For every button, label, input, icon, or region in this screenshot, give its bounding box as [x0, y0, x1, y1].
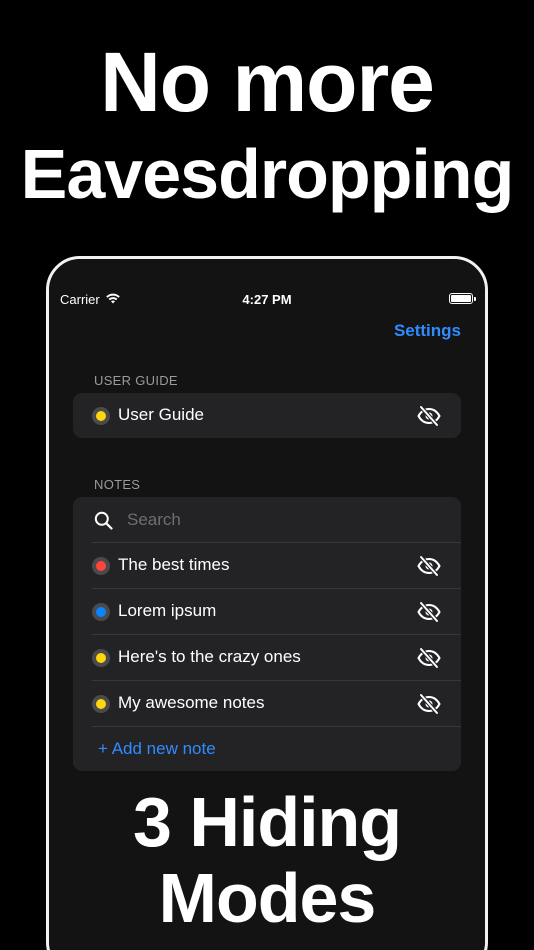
battery-icon	[449, 293, 476, 304]
headline-line-1: No more	[100, 35, 435, 129]
note-list-item[interactable]: Lorem ipsum	[73, 589, 461, 635]
notes-section-header: NOTES	[94, 477, 141, 492]
status-bar: Carrier 4:27 PM	[49, 289, 485, 309]
eye-slash-icon[interactable]	[417, 693, 441, 715]
user-guide-section-header: USER GUIDE	[94, 373, 178, 388]
eye-slash-icon[interactable]	[417, 405, 441, 427]
note-title: The best times	[118, 555, 230, 574]
color-dot-icon	[92, 649, 110, 667]
note-list-item[interactable]: Here's to the crazy ones	[73, 635, 461, 681]
list-item-title: User Guide	[118, 405, 204, 424]
color-dot-icon	[92, 557, 110, 575]
settings-button[interactable]: Settings	[394, 321, 461, 341]
note-title: Lorem ipsum	[118, 601, 217, 620]
eye-slash-icon[interactable]	[417, 555, 441, 577]
add-new-note-button[interactable]: + Add new note	[98, 739, 216, 759]
eye-slash-icon[interactable]	[417, 601, 441, 623]
note-title: Here's to the crazy ones	[118, 647, 301, 666]
color-dot-icon	[92, 407, 110, 425]
user-guide-item[interactable]: User Guide	[73, 393, 461, 439]
user-guide-card: User Guide	[73, 393, 461, 438]
notes-card: The best times Lorem ipsum Here's to the c…	[73, 497, 461, 771]
status-time: 4:27 PM	[242, 292, 292, 307]
note-list-item[interactable]: The best times	[73, 543, 461, 589]
search-input[interactable]	[127, 508, 427, 532]
note-list-item[interactable]: My awesome notes	[73, 681, 461, 727]
headline-line-2: Eavesdropping	[20, 135, 515, 213]
row-divider	[92, 726, 461, 727]
color-dot-icon	[92, 603, 110, 621]
search-bar	[73, 497, 461, 543]
eye-slash-icon[interactable]	[417, 647, 441, 669]
note-title: My awesome notes	[118, 693, 265, 712]
headline-line-3: 3 Hiding	[132, 783, 402, 861]
search-icon	[94, 511, 113, 530]
headline-line-4: Modes	[158, 859, 377, 937]
color-dot-icon	[92, 695, 110, 713]
